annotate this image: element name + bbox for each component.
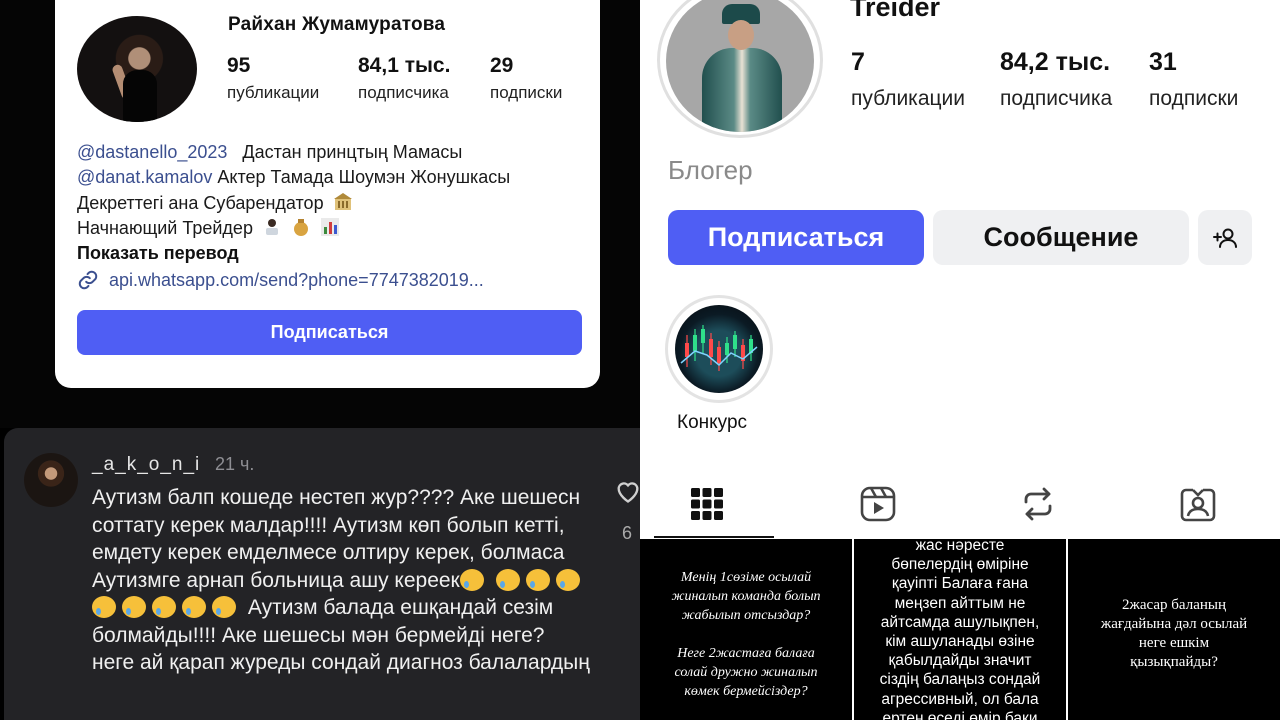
stat-followers-count: 84,1 тыс. <box>358 54 451 77</box>
post-3-text: 2жасар баланың жағдайына дәл осылай неге… <box>1100 597 1248 670</box>
comment-avatar[interactable] <box>24 453 78 507</box>
bio-line-4: Начнающий Трейдер <box>77 217 340 239</box>
stat-following[interactable]: 29 подписки <box>490 54 562 103</box>
tagged-icon <box>1180 488 1216 522</box>
money-bag-icon <box>293 219 308 236</box>
crying-emoji-icon <box>459 568 484 591</box>
person-laptop-icon <box>265 219 278 235</box>
bio-link-text: api.whatsapp.com/send?phone=7747382019..… <box>109 269 484 290</box>
post-tile[interactable]: 2жасар баланың жағдайына дәл осылай неге… <box>1068 539 1280 720</box>
tab-tagged[interactable] <box>1118 470 1278 538</box>
reels-icon <box>860 486 896 522</box>
crying-emoji-icon <box>182 596 206 618</box>
stat-followers-label: подписчика <box>358 83 449 102</box>
stat-posts-count: 7 <box>851 48 865 76</box>
avatar-body-shape <box>123 70 157 122</box>
profile-name: Treider <box>850 0 941 22</box>
left-screenshot: Райхан Жумамуратова 95 публикации 84,1 т… <box>0 0 640 720</box>
grid-icon <box>690 488 723 520</box>
stat-followers[interactable]: 84,1 тыс. подписчика <box>358 54 450 103</box>
comment-text: Аутизм балп кошеде нестеп жур???? Аке ше… <box>92 484 592 677</box>
stat-followers-label: подписчика <box>1000 87 1113 110</box>
post-1-text: Менің 1сөзіме осылай жиналып команда бол… <box>671 569 821 699</box>
bio-line-3-text: Декреттегі ана Субарендатор <box>77 193 324 213</box>
comment-panel: _a_k_o_n_i 21 ч. Аутизм балп кошеде нест… <box>4 428 640 720</box>
bio-line-1: @dastanello_2023 Дастан принцтың Мамасы <box>77 142 462 163</box>
comment-timestamp: 21 ч. <box>215 454 255 474</box>
stat-following-label: подписки <box>1149 87 1239 110</box>
profile-avatar[interactable] <box>77 16 197 122</box>
stat-following-count: 29 <box>490 54 514 77</box>
suggest-user-button[interactable] <box>1198 210 1252 265</box>
stat-posts[interactable]: 95 публикации <box>227 54 319 103</box>
link-icon <box>78 270 98 290</box>
bar-chart-icon <box>321 218 339 236</box>
bio-line-1-text: Дастан принцтың Мамасы <box>242 142 463 162</box>
comment-username[interactable]: _a_k_o_n_i <box>92 454 200 476</box>
stat-followers[interactable]: 84,2 тыс. подписчика <box>1000 48 1112 111</box>
avatar-robe-shape <box>702 48 782 132</box>
add-user-icon <box>1213 228 1237 248</box>
stat-followers-count: 84,2 тыс. <box>1000 48 1111 76</box>
message-button[interactable]: Сообщение <box>933 210 1189 265</box>
follow-button[interactable]: Подписаться <box>668 210 924 265</box>
bio-line-4-text: Начнающий Трейдер <box>77 218 253 238</box>
comment-like-count: 6 <box>622 523 633 543</box>
crying-emoji-icon <box>92 596 116 618</box>
profile-tab-bar <box>640 470 1280 538</box>
follow-button[interactable]: Подписаться <box>77 310 582 355</box>
stat-posts[interactable]: 7 публикации <box>851 48 965 111</box>
tab-reels[interactable] <box>798 470 958 538</box>
posts-grid: Менің 1сөзіме осылай жиналып команда бол… <box>640 539 1280 720</box>
bank-icon <box>333 193 352 210</box>
crying-emoji-icon <box>525 568 550 591</box>
post-tile[interactable]: жас нәресте бөпелердің өміріне қауіпті Б… <box>854 539 1066 720</box>
post-tile[interactable]: Менің 1сөзіме осылай жиналып команда бол… <box>640 539 852 720</box>
tab-posts-grid[interactable] <box>640 470 773 538</box>
bio-mention-danat[interactable]: @danat.kamalov <box>77 167 212 187</box>
stat-following-label: подписки <box>490 83 563 102</box>
crying-emoji-icon <box>212 596 236 618</box>
avatar-face-shape <box>728 20 754 50</box>
crying-emoji-icon <box>152 596 176 618</box>
repost-icon <box>1024 487 1052 521</box>
bio-line-2: @danat.kamalov Актер Тамада Шоумэн Жонуш… <box>77 167 510 188</box>
profile-name: Райхан Жумамуратова <box>228 14 446 35</box>
heart-icon[interactable] <box>614 478 640 504</box>
active-tab-indicator <box>654 536 774 538</box>
bio-mention-dastan[interactable]: @dastanello_2023 <box>77 142 227 162</box>
crying-emoji-icon <box>495 568 520 591</box>
crying-emoji-icon <box>555 568 580 591</box>
bio-link[interactable]: api.whatsapp.com/send?phone=7747382019..… <box>77 269 484 291</box>
profile-card: Райхан Жумамуратова 95 публикации 84,1 т… <box>55 0 600 388</box>
candlestick-chart-icon <box>680 325 758 371</box>
show-translation-link[interactable]: Показать перевод <box>77 243 239 264</box>
stat-following-count: 31 <box>1149 48 1177 76</box>
stat-posts-label: публикации <box>851 87 965 110</box>
crying-emoji-icon <box>122 596 146 618</box>
bio-line-2-text: Актер Тамада Шоумэн Жонушкасы <box>217 167 511 187</box>
stat-following[interactable]: 31 подписки <box>1149 48 1238 111</box>
highlight-contest[interactable] <box>675 305 763 393</box>
stat-posts-label: публикации <box>227 83 320 102</box>
post-2-text: жас нәресте бөпелердің өміріне қауіпті Б… <box>879 539 1041 720</box>
bio-line-3: Декреттегі ана Субарендатор <box>77 192 353 214</box>
profile-category: Блогер <box>668 155 753 185</box>
tab-reposts[interactable] <box>958 470 1118 538</box>
stat-posts-count: 95 <box>227 54 251 77</box>
highlight-label: Конкурс <box>677 412 748 433</box>
right-screenshot: Treider 7 публикации 84,2 тыс. подписчик… <box>640 0 1280 720</box>
